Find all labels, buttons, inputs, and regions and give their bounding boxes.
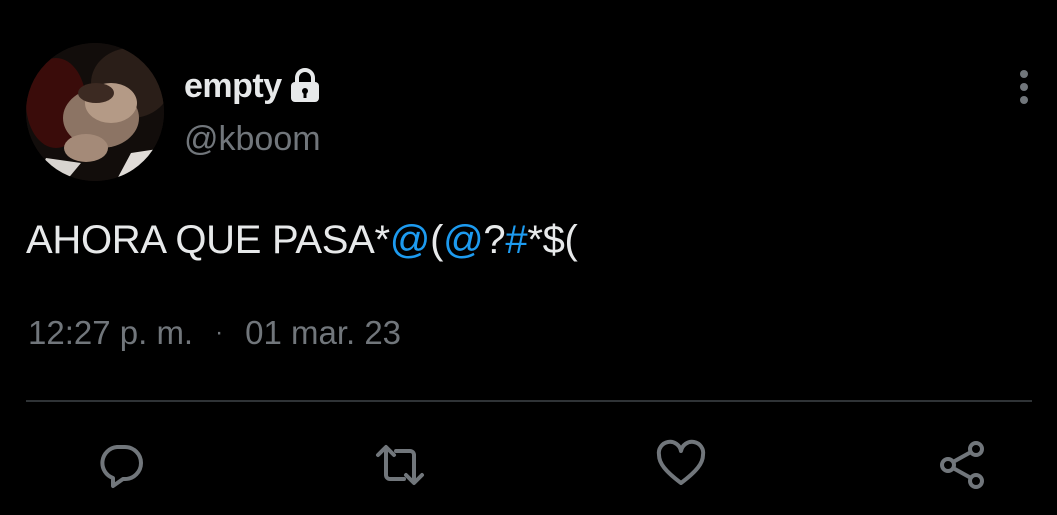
- share-icon: [940, 441, 984, 489]
- mention-link[interactable]: @: [443, 218, 484, 262]
- retweet-button[interactable]: [373, 438, 427, 492]
- reply-icon: [100, 445, 143, 488]
- retweet-icon: [376, 445, 424, 485]
- tweet-text-plain: AHORA QUE PASA*: [26, 218, 390, 262]
- tweet-meta: 12:27 p. m. · 01 mar. 23: [28, 314, 401, 352]
- tweet-time[interactable]: 12:27 p. m.: [28, 314, 193, 352]
- tweet-text-mid: (: [430, 218, 444, 262]
- heart-icon: [656, 439, 706, 485]
- more-vertical-icon[interactable]: [1008, 66, 1040, 110]
- tweet-text-mid2: ?: [483, 218, 506, 262]
- avatar-image: [26, 43, 164, 181]
- share-button[interactable]: [935, 438, 989, 492]
- user-handle[interactable]: @kboom: [184, 120, 321, 159]
- mention-link[interactable]: @: [390, 218, 431, 262]
- divider: [26, 400, 1032, 402]
- meta-separator: ·: [215, 319, 224, 346]
- lock-icon: [288, 68, 322, 104]
- tweet-date[interactable]: 01 mar. 23: [245, 314, 401, 352]
- tweet-text-end: *$(: [527, 218, 578, 262]
- reply-button[interactable]: [94, 438, 148, 492]
- avatar[interactable]: [26, 43, 164, 181]
- display-name-row[interactable]: empty: [184, 64, 322, 108]
- display-name: empty: [184, 66, 282, 105]
- tweet-text: AHORA QUE PASA*@(@?#*$(: [26, 218, 578, 263]
- like-button[interactable]: [654, 438, 708, 492]
- hashtag-link[interactable]: #: [505, 218, 527, 262]
